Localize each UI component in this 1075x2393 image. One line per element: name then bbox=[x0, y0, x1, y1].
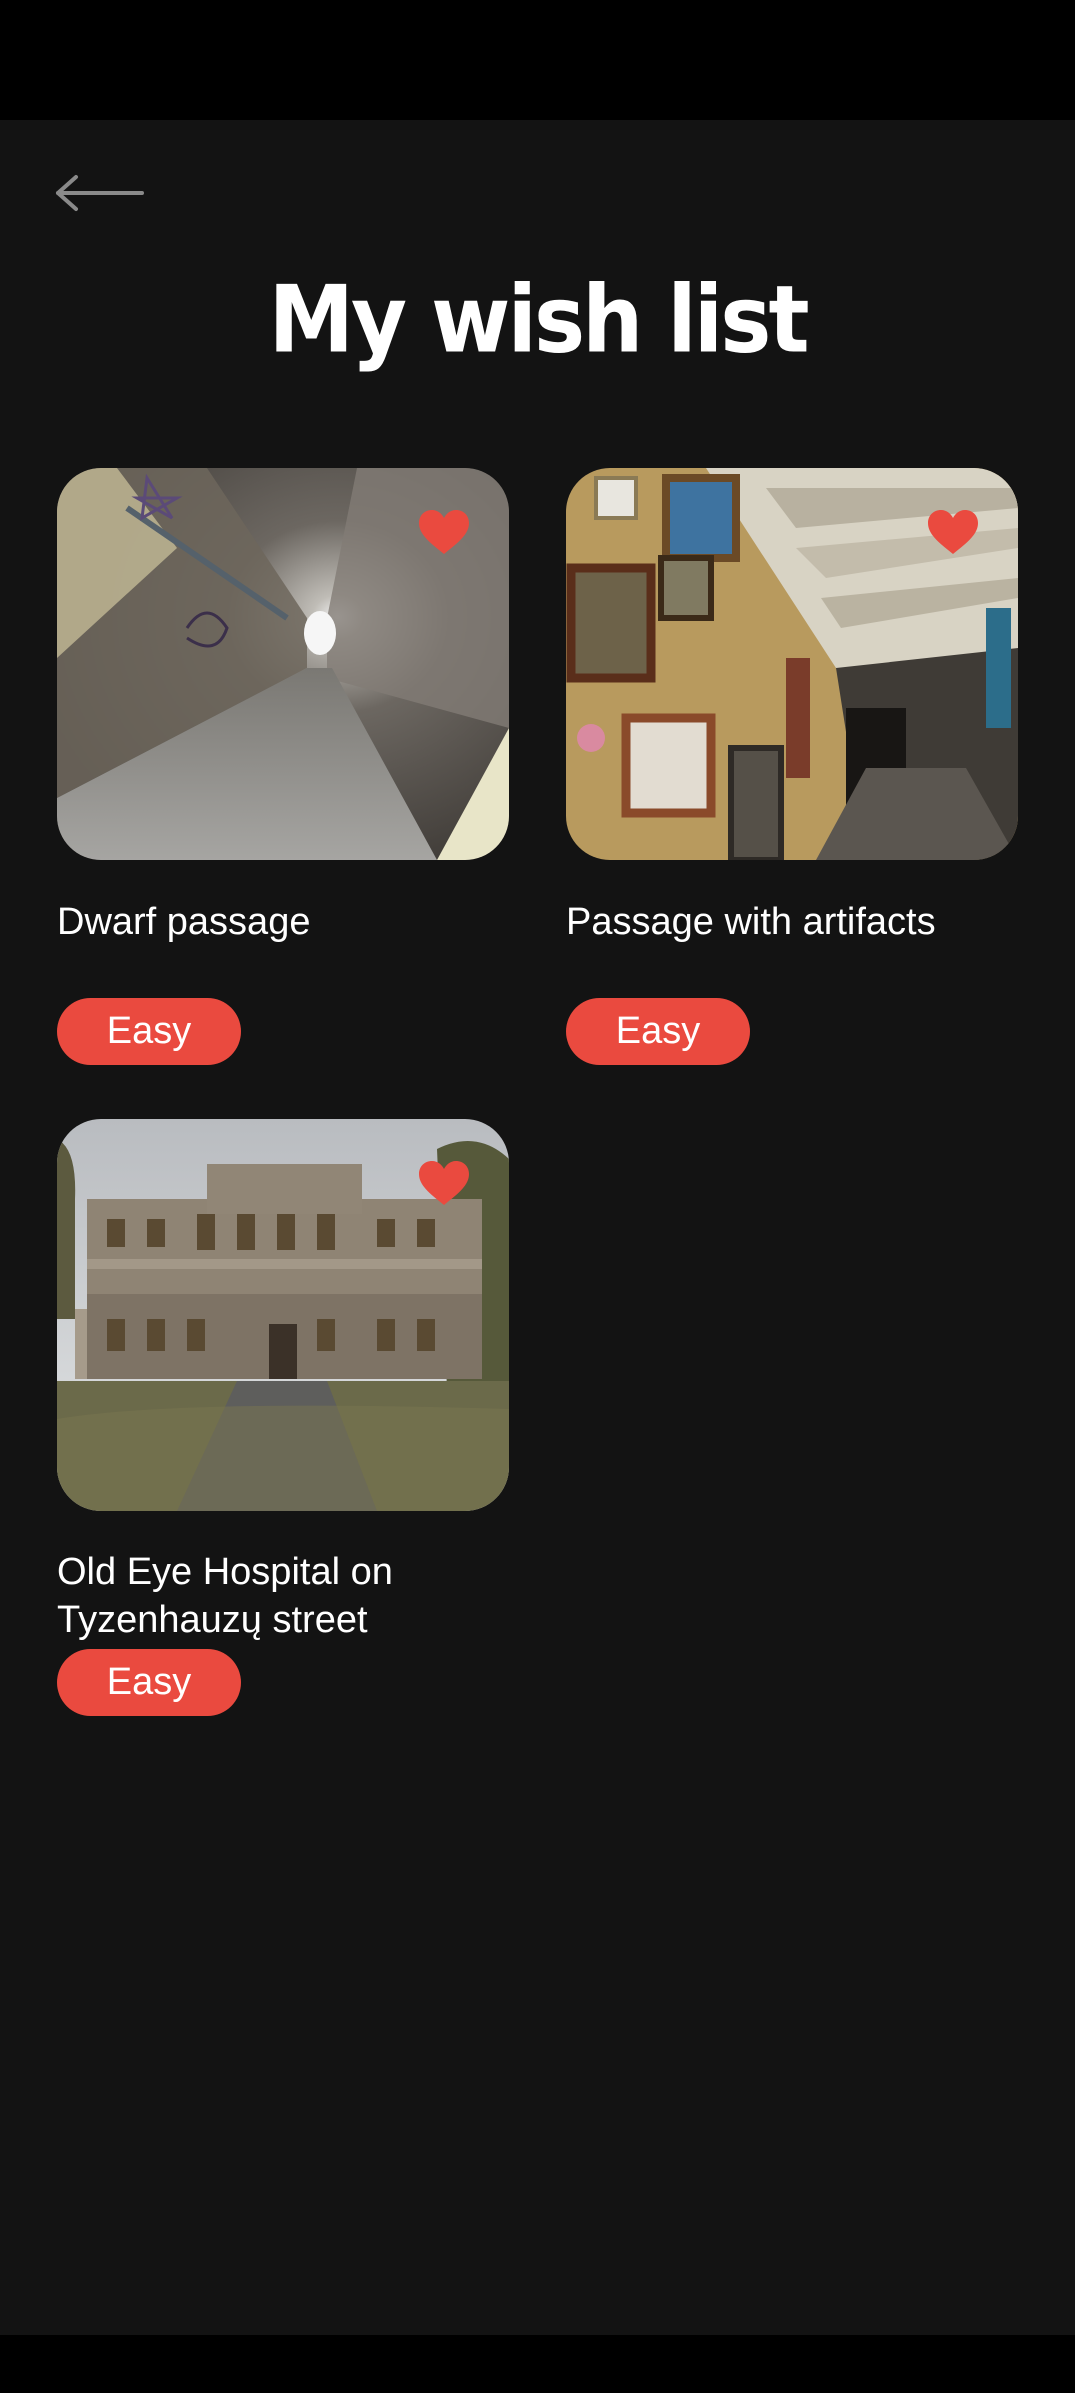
wish-list-card: Old Eye Hospital on Tyzenhauzų street Ea… bbox=[57, 1119, 509, 1716]
difficulty-badge: Easy bbox=[57, 1649, 241, 1716]
difficulty-badge: Easy bbox=[57, 998, 241, 1065]
wish-list-screen: My wish list Dwarf passage Easy Passage … bbox=[0, 120, 1075, 2335]
place-photo[interactable] bbox=[566, 468, 1018, 860]
heart-icon[interactable] bbox=[419, 510, 469, 556]
place-photo[interactable] bbox=[57, 1119, 509, 1511]
difficulty-badge: Easy bbox=[566, 998, 750, 1065]
page-title: My wish list bbox=[268, 266, 809, 374]
heart-icon[interactable] bbox=[419, 1161, 469, 1207]
wish-list-card: Passage with artifacts Easy bbox=[566, 468, 1018, 1065]
heart-icon[interactable] bbox=[928, 510, 978, 556]
navigation-bar bbox=[0, 2335, 1075, 2393]
wish-list-card: Dwarf passage Easy bbox=[57, 468, 509, 1065]
back-arrow-icon[interactable] bbox=[52, 168, 148, 218]
place-photo[interactable] bbox=[57, 468, 509, 860]
place-title[interactable]: Dwarf passage bbox=[57, 898, 509, 994]
place-title[interactable]: Old Eye Hospital on Tyzenhauzų street bbox=[57, 1548, 509, 1644]
place-title[interactable]: Passage with artifacts bbox=[566, 898, 1018, 994]
status-bar bbox=[0, 0, 1075, 120]
